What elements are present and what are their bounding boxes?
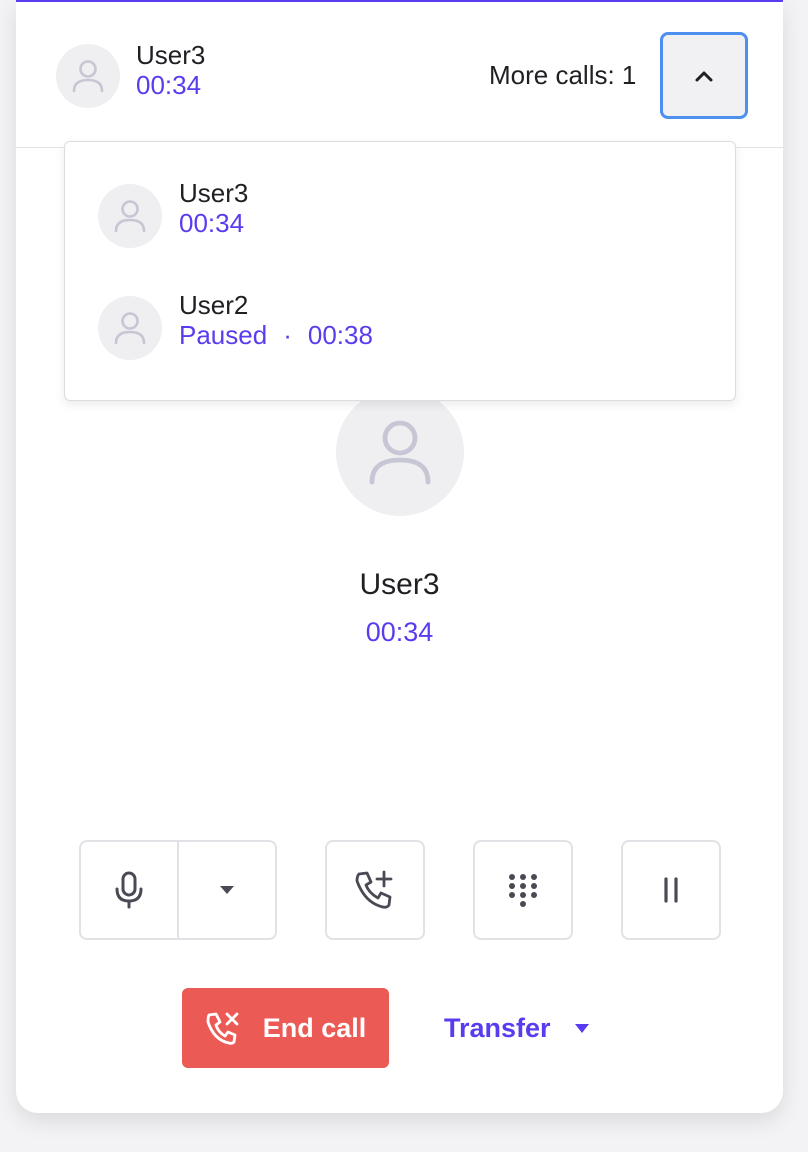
add-call-icon xyxy=(355,870,393,909)
dialpad-icon xyxy=(509,874,537,907)
microphone-icon xyxy=(115,871,143,909)
call-panel: User3 00:34 More calls: 1 User3 00:34 Us… xyxy=(16,0,783,1113)
dialpad-button[interactable] xyxy=(473,840,573,940)
avatar xyxy=(98,296,162,360)
user-icon xyxy=(72,60,104,93)
user-icon xyxy=(114,312,146,345)
caller-name: User3 xyxy=(136,40,206,70)
call-item-timer: 00:34 xyxy=(179,208,245,238)
end-call-label: End call xyxy=(262,1012,367,1043)
calls-dropdown: User3 00:34 User2 Paused · 00:38 xyxy=(64,141,736,401)
avatar xyxy=(56,44,120,108)
call-item-status: Paused xyxy=(179,320,268,350)
hold-button[interactable] xyxy=(621,840,721,940)
active-call-avatar xyxy=(336,388,464,516)
pause-icon xyxy=(664,877,678,903)
user-icon xyxy=(114,200,146,233)
add-call-button[interactable] xyxy=(325,840,425,940)
end-call-icon xyxy=(206,1012,239,1045)
call-item-status-line: Paused · 00:38 xyxy=(179,320,373,350)
active-call-timer: 00:34 xyxy=(365,617,434,647)
caret-down-icon xyxy=(574,1023,589,1033)
chevron-up-icon xyxy=(695,71,713,81)
user-icon xyxy=(369,420,431,485)
caret-down-icon xyxy=(219,886,234,894)
call-timer: 00:34 xyxy=(136,70,202,100)
status-separator: · xyxy=(283,320,292,350)
avatar xyxy=(98,184,162,248)
active-call-name: User3 xyxy=(359,568,440,601)
call-list-item[interactable]: User3 00:34 xyxy=(65,142,735,254)
call-item-name: User3 xyxy=(179,178,249,208)
mic-options-button[interactable] xyxy=(179,842,275,938)
transfer-label: Transfer xyxy=(444,1012,551,1043)
call-item-name: User2 xyxy=(179,290,249,320)
calls-toggle-button[interactable] xyxy=(660,32,748,119)
more-calls-label: More calls: 1 xyxy=(489,60,637,90)
call-header: User3 00:34 More calls: 1 xyxy=(16,2,783,148)
call-item-timer: 00:38 xyxy=(307,320,373,350)
end-call-button[interactable]: End call xyxy=(182,988,389,1068)
call-list-item[interactable]: User2 Paused · 00:38 xyxy=(65,254,735,366)
caller-info: User3 00:34 xyxy=(136,40,205,100)
mute-button[interactable] xyxy=(81,842,177,938)
mic-control-group xyxy=(79,840,277,940)
transfer-button[interactable]: Transfer xyxy=(444,1007,589,1049)
